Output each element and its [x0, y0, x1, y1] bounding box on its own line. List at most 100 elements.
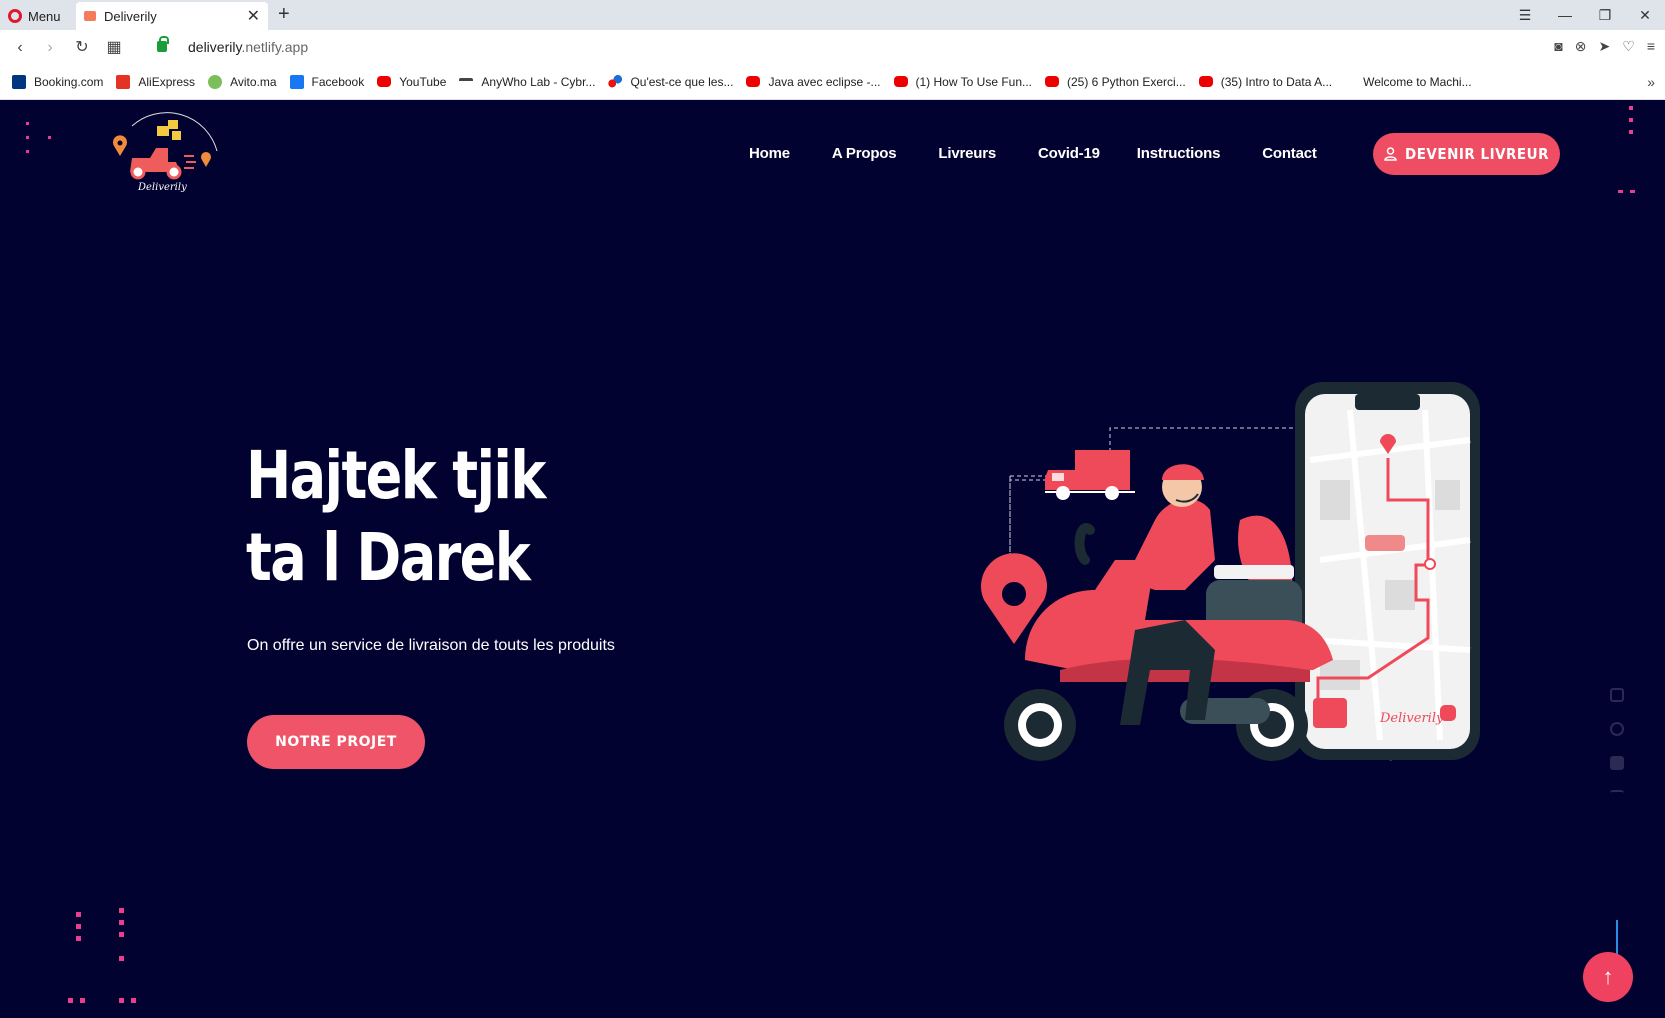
new-tab-button[interactable]: + — [278, 3, 290, 26]
site-logo[interactable]: Deliverily — [102, 106, 227, 202]
globe-icon[interactable] — [1610, 722, 1624, 736]
restore-icon[interactable]: ❐ — [1585, 0, 1625, 30]
bookmark-label: Java avec eclipse -... — [768, 74, 881, 89]
back-to-top-button[interactable]: ↑ — [1583, 952, 1633, 1002]
youtube-icon — [746, 76, 761, 87]
decor-dot — [131, 998, 136, 1003]
address-bar-icons: ◙ ⊗ ➤ ♡ ≡ — [1554, 38, 1655, 55]
aliexpress-icon — [116, 74, 131, 89]
decor-dot — [26, 136, 29, 139]
nav-livreurs[interactable]: Livreurs — [938, 145, 996, 162]
delivery-illustration: Deliverily — [981, 382, 1480, 761]
hero-title-line-2: ta l Darek — [246, 519, 531, 596]
forward-icon[interactable]: › — [38, 36, 62, 60]
snapshot-icon[interactable]: ◙ — [1554, 38, 1562, 55]
decor-dot — [76, 912, 81, 917]
decor-dot — [26, 150, 29, 153]
bookmark-label: AliExpress — [138, 74, 196, 89]
nav-covid-19[interactable]: Covid-19 — [1038, 145, 1100, 162]
arrow-up-icon: ↑ — [1602, 964, 1614, 989]
bookmarks-bar: Booking.com AliExpress Avito.ma Facebook… — [0, 64, 1665, 100]
nav-instructions[interactable]: Instructions — [1137, 145, 1221, 162]
main-nav: Home A Propos Livreurs Covid-19 Instruct… — [749, 145, 1359, 162]
bookmark-label: Avito.ma — [230, 74, 277, 89]
bookmark-facebook[interactable]: Facebook — [289, 74, 364, 89]
decor-dot — [1629, 118, 1633, 122]
bookmark-label: (35) Intro to Data A... — [1220, 74, 1333, 89]
facebook-square-icon[interactable] — [1610, 756, 1624, 770]
close-window-icon[interactable]: ✕ — [1625, 0, 1665, 30]
tab-menu-icon[interactable]: ☰ — [1505, 0, 1545, 30]
address-bar: ‹ › ↻ ▦ deliverily.netlify.app ◙ ⊗ ➤ ♡ ≡ — [0, 30, 1665, 64]
bookmark-avito[interactable]: Avito.ma — [208, 74, 277, 89]
youtube-icon — [1198, 76, 1213, 87]
user-icon — [1384, 147, 1397, 161]
decor-dot — [119, 998, 124, 1003]
bookmark-aliexpress[interactable]: AliExpress — [116, 74, 196, 89]
back-icon[interactable]: ‹ — [8, 36, 32, 60]
bookmark-label: AnyWho Lab - Cybr... — [481, 74, 596, 89]
tab-title: Deliverily — [104, 8, 157, 24]
instagram-icon[interactable] — [1610, 688, 1624, 702]
more-bookmarks-icon[interactable]: » — [1647, 74, 1655, 90]
tab-favicon-icon — [84, 11, 96, 21]
facebook-icon — [289, 74, 304, 89]
bookmark-booking[interactable]: Booking.com — [12, 74, 103, 89]
bookmark-data[interactable]: (35) Intro to Data A... — [1198, 74, 1333, 89]
decor-dot — [119, 932, 124, 937]
decor-dot — [1630, 190, 1635, 193]
bookmark-machine[interactable]: Welcome to Machi... — [1363, 75, 1471, 89]
decor-dot — [68, 998, 73, 1003]
reload-icon[interactable]: ↻ — [70, 36, 94, 60]
browser-tab-active[interactable]: Deliverily ✕ — [76, 2, 268, 30]
nav-a-propos[interactable]: A Propos — [832, 145, 897, 162]
decor-dot — [1629, 130, 1633, 134]
decor-dot — [76, 924, 81, 929]
bookmark-youtube[interactable]: YouTube — [377, 75, 446, 89]
bookmark-label: Qu'est-ce que les... — [630, 74, 734, 89]
avito-icon — [208, 74, 223, 89]
bookmark-how-to[interactable]: (1) How To Use Fun... — [893, 74, 1032, 89]
heart-icon[interactable]: ♡ — [1622, 38, 1635, 55]
bookmark-label: Welcome to Machi... — [1363, 74, 1472, 89]
decor-dot — [76, 936, 81, 941]
our-project-button[interactable]: NOTRE PROJET — [247, 715, 425, 769]
minimize-icon[interactable]: — — [1545, 0, 1585, 30]
bookmark-label: (25) 6 Python Exerci... — [1067, 74, 1186, 89]
bookmark-label: YouTube — [399, 74, 447, 89]
browser-tab-bar: Menu Deliverily ✕ + ☰ — ❐ ✕ — [0, 0, 1665, 30]
secure-lock-icon — [157, 36, 169, 52]
easy-setup-icon[interactable]: ≡ — [1647, 38, 1655, 55]
bookmark-anywho[interactable]: AnyWho Lab - Cybr... — [459, 75, 595, 89]
url-field[interactable]: deliverily.netlify.app — [188, 39, 308, 55]
youtube-icon — [893, 76, 908, 87]
url-domain: .netlify.app — [241, 39, 309, 55]
decor-dot — [119, 920, 124, 925]
decor-dot — [48, 136, 51, 139]
opera-menu-button[interactable]: Menu — [8, 6, 61, 26]
speed-dial-icon[interactable]: ▦ — [102, 36, 126, 60]
close-tab-icon[interactable]: ✕ — [247, 6, 260, 26]
logo-text: Deliverily — [138, 182, 187, 193]
become-courier-button[interactable]: DEVENIR LIVREUR — [1373, 133, 1560, 175]
youtube-icon — [377, 76, 392, 87]
decor-dot — [1618, 190, 1623, 193]
page: Deliverily Home A Propos Livreurs Covid-… — [0, 100, 1665, 1018]
become-courier-label: DEVENIR LIVREUR — [1404, 145, 1550, 163]
nav-contact[interactable]: Contact — [1262, 145, 1317, 162]
youtube-icon — [1045, 76, 1059, 87]
nav-home[interactable]: Home — [749, 145, 790, 162]
decor-dot — [80, 998, 85, 1003]
decor-dot — [119, 956, 124, 961]
twitter-icon[interactable] — [1610, 790, 1624, 796]
bookmark-quest[interactable]: Qu'est-ce que les... — [608, 74, 734, 89]
decor-dot — [1629, 106, 1633, 110]
bookmark-label: (1) How To Use Fun... — [915, 74, 1032, 89]
bookmark-java[interactable]: Java avec eclipse -... — [746, 74, 881, 89]
phone-brand-label: Deliverily — [1379, 711, 1444, 726]
send-icon[interactable]: ➤ — [1599, 38, 1611, 55]
decor-dot — [26, 122, 29, 125]
bookmark-python[interactable]: (25) 6 Python Exerci... — [1045, 75, 1186, 89]
decor-dot — [119, 908, 124, 913]
adblock-icon[interactable]: ⊗ — [1575, 38, 1587, 55]
